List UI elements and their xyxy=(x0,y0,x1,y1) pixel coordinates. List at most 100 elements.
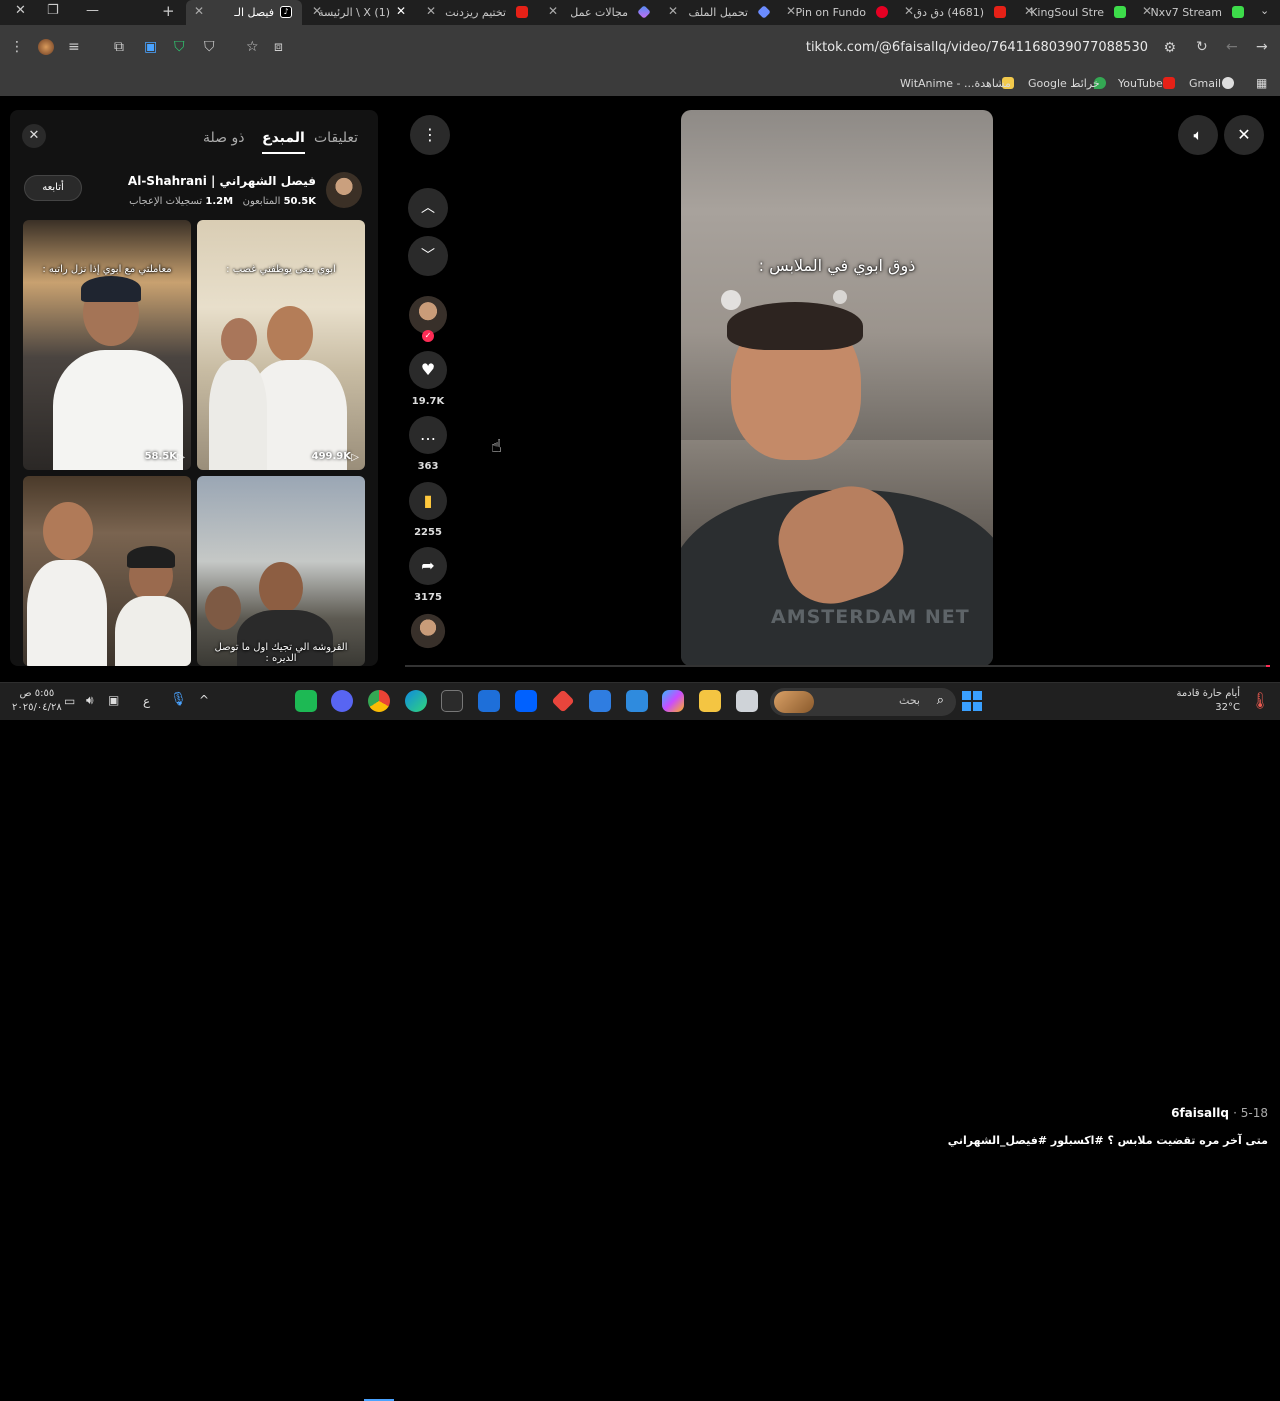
address-bar[interactable]: tiktok.com/@6faisallq/video/764116803907… xyxy=(232,29,1188,67)
microphone-icon[interactable]: 🎙︎ xyxy=(170,692,187,707)
language-indicator[interactable]: ع xyxy=(143,694,150,708)
media-control-icon[interactable]: ≡ xyxy=(68,39,80,55)
edge-icon[interactable] xyxy=(405,690,427,712)
video-thumbnail[interactable]: معاملتي مع ابوي إذا نزل راتبه : 58.5K ▷ xyxy=(23,220,191,470)
close-icon[interactable]: ✕ xyxy=(904,4,914,18)
shield-icon[interactable]: ⛉ xyxy=(204,39,215,55)
tab-related[interactable]: ذو صلة xyxy=(203,130,244,146)
kick-icon xyxy=(1114,6,1126,18)
extension-icon[interactable]: ▣ xyxy=(144,39,157,55)
discord-icon[interactable] xyxy=(331,690,353,712)
profile-avatar-icon[interactable] xyxy=(38,39,54,55)
sound-avatar[interactable] xyxy=(410,613,446,649)
close-icon[interactable]: ✕ xyxy=(194,4,204,18)
bookmark-maps[interactable]: خرائط Google xyxy=(1028,77,1100,90)
epic-games-icon[interactable] xyxy=(441,690,463,712)
tab-kingsoul[interactable]: ✕ KingSoul Stre xyxy=(1022,0,1134,25)
previous-video-button[interactable]: ︿ xyxy=(408,188,448,228)
tab-tiktok[interactable]: ✕ فيصل الـ ♪ xyxy=(186,0,302,25)
tab-nxv7[interactable]: ✕ Nxv7 Stream xyxy=(1140,0,1252,25)
search-placeholder: بحث xyxy=(899,694,920,707)
file-explorer-icon[interactable] xyxy=(699,690,721,712)
tab-search-icon[interactable]: ⌄ xyxy=(1260,4,1269,17)
volume-icon[interactable]: 🔊︎ xyxy=(86,693,94,708)
battery-icon[interactable]: ▭ xyxy=(64,694,75,708)
globe-icon xyxy=(1222,77,1234,89)
temperature: 32°C xyxy=(1215,702,1240,713)
menu-kebab-icon[interactable]: ⋮ xyxy=(10,39,24,55)
task-view-icon[interactable] xyxy=(736,690,758,712)
close-panel-button[interactable]: ✕ xyxy=(22,124,46,148)
forward-icon[interactable]: ← xyxy=(1226,39,1238,55)
youtube-icon xyxy=(1163,77,1175,89)
search-box[interactable]: بحث ⌕ xyxy=(770,688,956,716)
tab-comments[interactable]: تعليقات xyxy=(314,130,358,146)
follow-check-icon[interactable]: ✓ xyxy=(422,330,434,342)
app-diamond-icon[interactable] xyxy=(551,689,575,713)
video-progress-bar[interactable] xyxy=(405,665,1270,667)
likes-label: تسجيلات الإعجاب xyxy=(129,196,203,207)
bookmarks-bar: ▦ Gmail YouTube خرائط Google مشاهدة... -… xyxy=(0,71,1280,96)
restore-window-icon[interactable]: ❐ xyxy=(47,3,59,18)
windows-app-icon[interactable] xyxy=(478,690,500,712)
tab-pinterest[interactable]: ✕ Pin on Fundo xyxy=(784,0,896,25)
tab-x[interactable]: ✕ (1) X \ الرئيسة ✕ xyxy=(306,0,418,25)
video-caption: ابوي يبغى يوظفني غصب : xyxy=(226,264,336,275)
mail-icon[interactable] xyxy=(589,690,611,712)
taskbar-app-icon[interactable] xyxy=(295,690,317,712)
start-button[interactable] xyxy=(962,691,982,711)
creator-name[interactable]: فيصل الشهراني | Al-Shahrani xyxy=(128,174,316,188)
bookmark-witanime[interactable]: مشاهدة... - WitAnime xyxy=(900,77,1011,90)
close-icon[interactable]: ✕ xyxy=(668,4,678,18)
video-author[interactable]: 6faisallq · 5-18 xyxy=(1171,1106,1268,1120)
video-thumbnail[interactable] xyxy=(23,476,191,666)
weather-widget[interactable]: أيام حارة قادمة 32°C xyxy=(1176,687,1240,715)
follow-button[interactable]: أتابعه xyxy=(24,175,82,201)
video-thumbnail[interactable]: القروشه الي تجيك اول ما توصل الديره : xyxy=(197,476,365,666)
creator-avatar-small[interactable] xyxy=(409,296,447,334)
search-highlight-image xyxy=(774,691,814,713)
play-icon: ▷ xyxy=(351,452,359,463)
chrome-icon[interactable] xyxy=(368,690,390,712)
like-button[interactable]: ♥ xyxy=(409,351,447,389)
tab-youtube-daq[interactable]: ✕ (4681) دق دق xyxy=(902,0,1014,25)
store-icon[interactable] xyxy=(626,690,648,712)
apps-grid-icon[interactable]: ▦ xyxy=(1256,76,1267,90)
url-text[interactable]: tiktok.com/@6faisallq/video/764116803907… xyxy=(806,40,1148,55)
shield-extension-icon[interactable]: ⛉ xyxy=(174,39,185,55)
bookmark-youtube[interactable]: YouTube xyxy=(1118,77,1163,90)
clock[interactable]: ٥:٥٥ ص ٢٠٢٥/٠٤/٢٨ xyxy=(12,687,62,715)
show-hidden-icons[interactable]: ^ xyxy=(199,693,209,707)
copilot-icon[interactable] xyxy=(662,690,684,712)
person-cap xyxy=(81,276,141,302)
dropbox-icon[interactable] xyxy=(515,690,537,712)
close-icon[interactable]: ✕ xyxy=(548,4,558,18)
close-video-button[interactable]: ✕ xyxy=(1224,115,1264,155)
site-settings-icon[interactable]: ⚙ xyxy=(1163,40,1176,56)
close-icon[interactable]: ✕ xyxy=(426,4,436,18)
extensions-icon[interactable]: ⧉ xyxy=(114,39,124,55)
network-icon[interactable]: ▣ xyxy=(108,693,119,707)
author-handle[interactable]: 6faisallq xyxy=(1171,1106,1229,1120)
bookmark-gmail[interactable]: Gmail xyxy=(1189,77,1221,90)
close-window-icon[interactable]: ✕ xyxy=(15,3,26,18)
tab-work-fields[interactable]: ✕ مجالات عمل xyxy=(546,0,658,25)
tab-creator[interactable]: المبدع xyxy=(262,130,305,154)
tab-download-file[interactable]: ✕ تحميل الملف xyxy=(666,0,778,25)
comment-button[interactable]: … xyxy=(409,416,447,454)
video-player[interactable]: AMSTERDAM NETHERLANDS ذوق ابوي في الملاب… xyxy=(681,110,993,666)
like-count: 19.7K xyxy=(411,396,445,407)
weather-description: أيام حارة قادمة xyxy=(1176,688,1240,699)
reload-icon[interactable]: ↻ xyxy=(1196,39,1208,55)
new-tab-button[interactable]: + xyxy=(162,2,175,20)
video-thumbnail[interactable]: ابوي يبغى يوظفني غصب : 499.9K ▷ xyxy=(197,220,365,470)
bookmark-button[interactable]: ▮ xyxy=(409,482,447,520)
creator-avatar[interactable] xyxy=(326,172,362,208)
share-button[interactable]: ➦ xyxy=(409,547,447,585)
mute-button[interactable]: 🔈︎ xyxy=(1178,115,1218,155)
more-options-button[interactable]: ⋮ xyxy=(410,115,450,155)
minimize-window-icon[interactable]: — xyxy=(86,3,99,18)
tab-youtube-resident[interactable]: ✕ تختيم ريزدنت xyxy=(424,0,536,25)
next-video-button[interactable]: ﹀ xyxy=(408,236,448,276)
back-icon[interactable]: → xyxy=(1256,39,1268,55)
